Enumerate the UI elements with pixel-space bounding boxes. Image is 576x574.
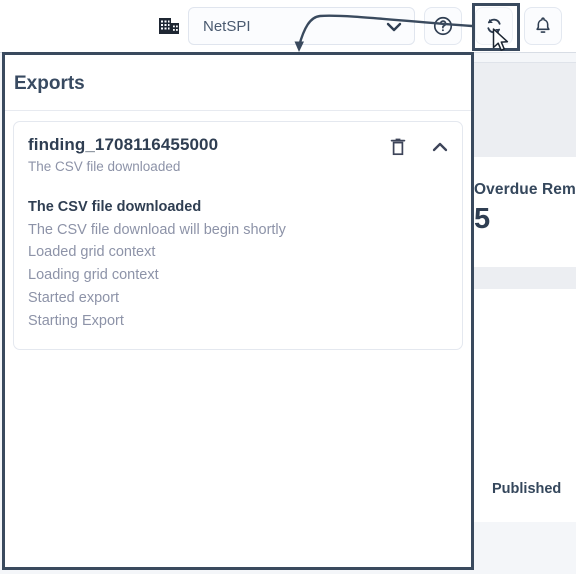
help-button[interactable] [424,7,462,45]
trash-icon[interactable] [388,136,408,158]
export-log-list: The CSV file downloaded The CSV file dow… [28,196,448,333]
exports-panel-body: finding_1708116455000 The CSV file downl… [5,111,471,350]
sync-button[interactable] [475,7,513,45]
chevron-down-icon [386,20,402,32]
log-line: The CSV file download will begin shortly [28,221,286,238]
table-header-strip [472,267,576,289]
table-row[interactable] [472,522,576,574]
exports-panel: Exports finding_1708116455000 The CSV fi… [2,52,474,570]
table-row[interactable] [472,369,576,460]
org-selector[interactable]: NetSPI [188,7,415,45]
export-item-name: finding_1708116455000 [28,135,219,154]
kpi-label: Overdue Rem [474,181,576,198]
export-item-status: The CSV file downloaded [28,159,181,175]
log-line: Started export [28,289,120,306]
top-bar: NetSPI [0,0,576,53]
exports-panel-title: Exports [14,73,85,94]
export-item-actions [388,136,450,158]
chevron-up-icon[interactable] [430,136,450,158]
org-selector-value: NetSPI [203,18,251,35]
building-icon [157,14,181,38]
export-item[interactable]: finding_1708116455000 The CSV file downl… [13,121,463,350]
notifications-button[interactable] [524,7,562,45]
exports-panel-header: Exports [5,55,471,111]
log-line: Starting Export [28,312,124,329]
kpi-card: Overdue Rem 5 [472,157,576,267]
table-cell-published: Published [492,481,562,497]
log-line: Loading grid context [28,267,159,284]
table-row[interactable] [472,289,576,370]
log-line: The CSV file downloaded [28,198,202,215]
app-root: Overdue Rem 5 Published NetSPI Exports f… [0,0,576,574]
log-line: Loaded grid context [28,244,156,261]
kpi-value: 5 [474,203,491,235]
